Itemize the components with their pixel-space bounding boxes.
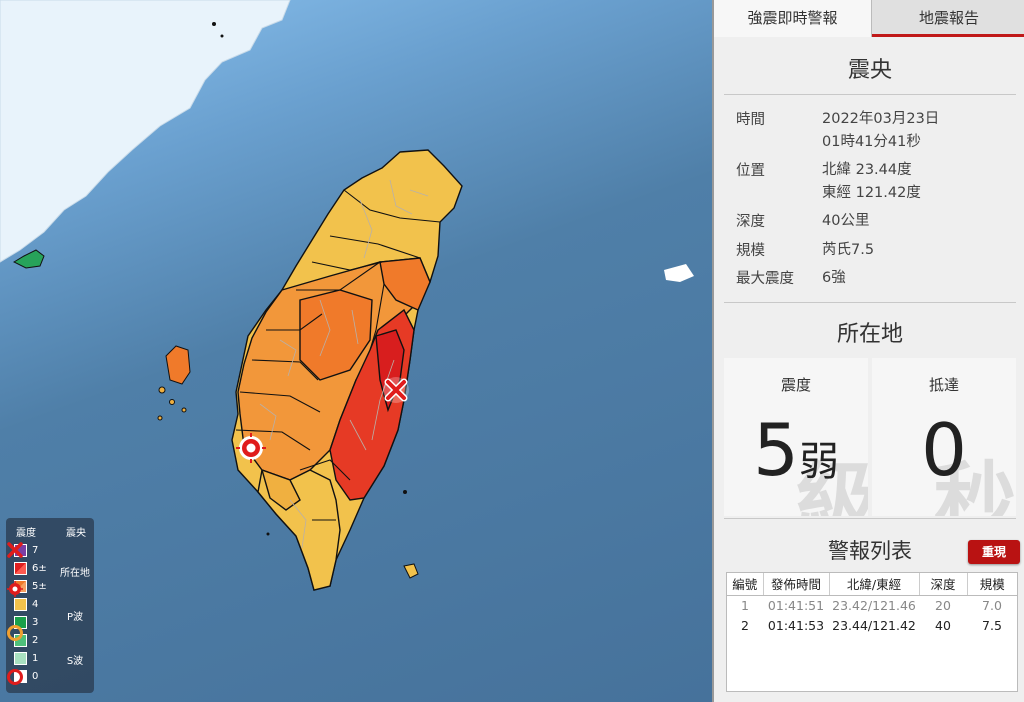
table-cell: 40 [935, 617, 951, 633]
column-header: 北緯/東經 [829, 573, 920, 596]
column-header: 規模 [967, 573, 1017, 596]
intensity-box-value: 5弱 [724, 408, 868, 492]
side-panel: 強震即時警報 地震報告 震央 時間 2022年03月23日 01時41分41秒 … [712, 0, 1024, 702]
max-intensity-value: 6強 [822, 270, 846, 286]
tab-realtime-alert[interactable]: 強震即時警報 [714, 0, 872, 37]
replay-button[interactable]: 重現 [968, 540, 1020, 564]
legend-location-label: 所在地 [60, 568, 90, 579]
legend-s-wave-ring-icon [7, 669, 23, 685]
column-header: 發佈時間 [763, 573, 830, 596]
time-clock-value: 01時41分41秒 [822, 134, 921, 150]
legend-level-1: 1 [14, 651, 38, 665]
table-header-row: 編號 發佈時間 北緯/東經 深度 規模 [727, 573, 1017, 596]
location-boxes: 級 震度 5弱 秒 抵達 0 [724, 358, 1016, 516]
tab-earthquake-report[interactable]: 地震報告 [872, 0, 1024, 37]
taiwan-island [231, 149, 463, 591]
column-header: 深度 [919, 573, 968, 596]
table-cell: 23.42/121.46 [832, 597, 916, 613]
position-label: 位置 [736, 163, 765, 179]
legend-intensity-header: 震度 [16, 528, 36, 539]
table-cell: 01:41:51 [767, 597, 825, 613]
arrival-box-label: 抵達 [928, 376, 959, 394]
divider [724, 94, 1016, 95]
matsu-island [12, 249, 45, 269]
location-section-title: 所在地 [836, 322, 903, 347]
legend-level-4: 4 [14, 597, 38, 611]
table-cell: 7.0 [982, 597, 1002, 613]
table-cell: 2 [741, 617, 749, 633]
table-cell: 20 [935, 597, 951, 613]
legend-swatch [14, 651, 27, 665]
legend-swatch [14, 597, 27, 611]
column-header: 編號 [727, 573, 764, 596]
alert-table: 編號 發佈時間 北緯/東經 深度 規模 1 01:41:51 23.42/121… [726, 572, 1018, 692]
table-cell: 23.44/121.42 [832, 617, 916, 633]
intensity-suffix: 弱 [798, 439, 839, 485]
epicenter-x-icon[interactable] [383, 377, 409, 403]
legend-epicenter-x-icon [7, 542, 23, 558]
depth-label: 深度 [736, 214, 765, 230]
legend-p-wave-label: P波 [66, 612, 84, 623]
tab-bar: 強震即時警報 地震報告 [714, 0, 1024, 37]
divider [724, 518, 1016, 519]
intensity-box-label: 震度 [780, 376, 811, 394]
latitude-value: 北緯 23.44度 [822, 162, 912, 178]
table-row[interactable]: 1 01:41:51 23.42/121.46 20 7.0 [727, 595, 1017, 615]
magnitude-label: 規模 [736, 243, 765, 259]
max-intensity-label: 最大震度 [736, 271, 794, 287]
legend-epicenter-header: 震央 [66, 528, 86, 539]
intensity-box: 級 震度 5弱 [724, 358, 868, 516]
mainland-coast [0, 0, 291, 263]
map-canvas [0, 0, 694, 591]
arrival-box: 秒 抵達 0 [872, 358, 1016, 516]
intensity-number: 5 [753, 408, 799, 492]
time-label: 時間 [736, 112, 765, 128]
table-row[interactable]: 2 01:41:53 23.44/121.42 40 7.5 [727, 615, 1017, 635]
magnitude-value: 芮氏7.5 [822, 242, 875, 258]
yonaguni-island [664, 264, 694, 282]
legend-s-wave-label: S波 [66, 656, 84, 667]
earthquake-map[interactable]: 震度 震央 7 6± 5± 4 3 2 1 0 所在地 P波 S波 [0, 0, 712, 702]
legend-location-target-icon [7, 581, 23, 597]
time-date-value: 2022年03月23日 [822, 111, 940, 127]
table-cell: 1 [741, 597, 749, 613]
table-cell: 7.5 [982, 617, 1002, 633]
penghu-islands [157, 345, 191, 421]
divider [724, 302, 1016, 303]
tab-underline [872, 34, 1024, 37]
longitude-value: 東經 121.42度 [822, 185, 921, 201]
epicenter-section-title: 震央 [847, 58, 892, 83]
legend-swatch [14, 561, 27, 575]
arrival-box-value: 0 [921, 408, 967, 492]
depth-value: 40公里 [822, 213, 870, 229]
orchid-island [403, 563, 419, 579]
map-legend: 震度 震央 7 6± 5± 4 3 2 1 0 所在地 P波 S波 [6, 518, 94, 693]
table-cell: 01:41:53 [767, 617, 825, 633]
legend-p-wave-ring-icon [7, 625, 23, 641]
legend-level-6: 6± [14, 561, 47, 575]
